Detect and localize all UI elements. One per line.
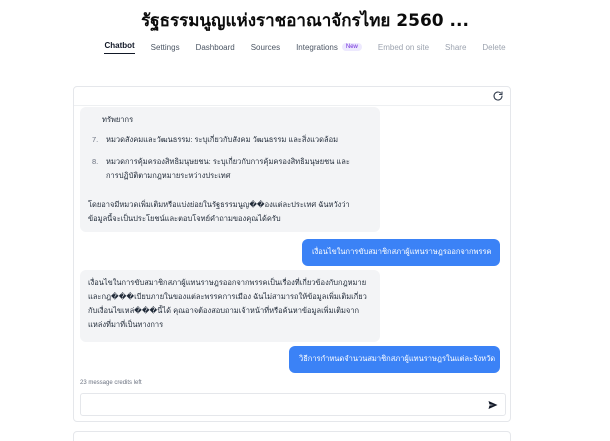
- message-input[interactable]: [87, 397, 477, 413]
- tab-bar: Chatbot Settings Dashboard Sources Integ…: [0, 39, 610, 55]
- tab-label: Settings: [150, 42, 180, 52]
- message-input-box[interactable]: [80, 393, 506, 416]
- message-list[interactable]: ทรัพยากร 7. หมวดสังคมและวัฒนธรรม: ระบุเก…: [80, 107, 506, 376]
- new-badge: New: [341, 43, 362, 51]
- tab-label: Embed on site: [377, 42, 430, 52]
- list-item: 8. หมวดการคุ้มครองสิทธิมนุษยชน: ระบุเกี่…: [92, 155, 356, 183]
- message-credits: 23 message credits left: [80, 380, 142, 386]
- tab-delete[interactable]: Delete: [474, 43, 513, 52]
- secondary-panel: [73, 431, 511, 441]
- tab-dashboard[interactable]: Dashboard: [188, 43, 243, 52]
- send-icon[interactable]: [487, 399, 499, 411]
- bot-message: ทรัพยากร 7. หมวดสังคมและวัฒนธรรม: ระบุเก…: [80, 107, 380, 232]
- tab-label: Share: [445, 42, 467, 52]
- list-number: 8.: [92, 157, 99, 166]
- tab-share[interactable]: Share: [437, 43, 474, 52]
- tab-sources[interactable]: Sources: [243, 43, 288, 52]
- user-message: วิธีการกำหนดจำนวนสมาชิกสภาผู้แทนราษฎรในแ…: [289, 346, 500, 373]
- page-title: รัฐธรรมนูญแห่งราชอาณาจักรไทย 2560 ...: [141, 11, 469, 31]
- tab-chatbot[interactable]: Chatbot: [96, 41, 142, 54]
- refresh-icon[interactable]: [492, 90, 504, 102]
- list-text: หมวดการคุ้มครองสิทธิมนุษยชน: ระบุเกี่ยวก…: [106, 157, 350, 180]
- tab-integrations[interactable]: Integrations New: [288, 43, 370, 52]
- message-fragment: ทรัพยากร: [102, 115, 134, 124]
- tab-settings[interactable]: Settings: [143, 43, 188, 52]
- tab-label: Chatbot: [104, 41, 135, 54]
- panel-divider: [74, 105, 510, 106]
- tab-label: Dashboard: [195, 42, 235, 52]
- user-message: เงื่อนไขในการขับสมาชิกสภาผู้แทนราษฎรออกจ…: [302, 239, 500, 266]
- tab-embed-on-site[interactable]: Embed on site: [370, 43, 437, 52]
- list-item: 7. หมวดสังคมและวัฒนธรรม: ระบุเกี่ยวกับสั…: [92, 133, 356, 147]
- bot-message: เงื่อนไขในการขับสมาชิกสภาผู้แทนราษฎรออกจ…: [80, 270, 380, 342]
- list-number: 7.: [92, 135, 99, 144]
- chat-panel: ทรัพยากร 7. หมวดสังคมและวัฒนธรรม: ระบุเก…: [73, 86, 511, 422]
- list-text: หมวดสังคมและวัฒนธรรม: ระบุเกี่ยวกับสังคม…: [106, 135, 339, 144]
- tab-label: Integrations: [296, 42, 338, 52]
- message-closing: โดยอาจมีหมวดเพิ่มเติมหรือแบ่งย่อยในรัฐธร…: [88, 200, 350, 223]
- tab-label: Delete: [482, 42, 506, 52]
- tab-label: Sources: [250, 42, 281, 52]
